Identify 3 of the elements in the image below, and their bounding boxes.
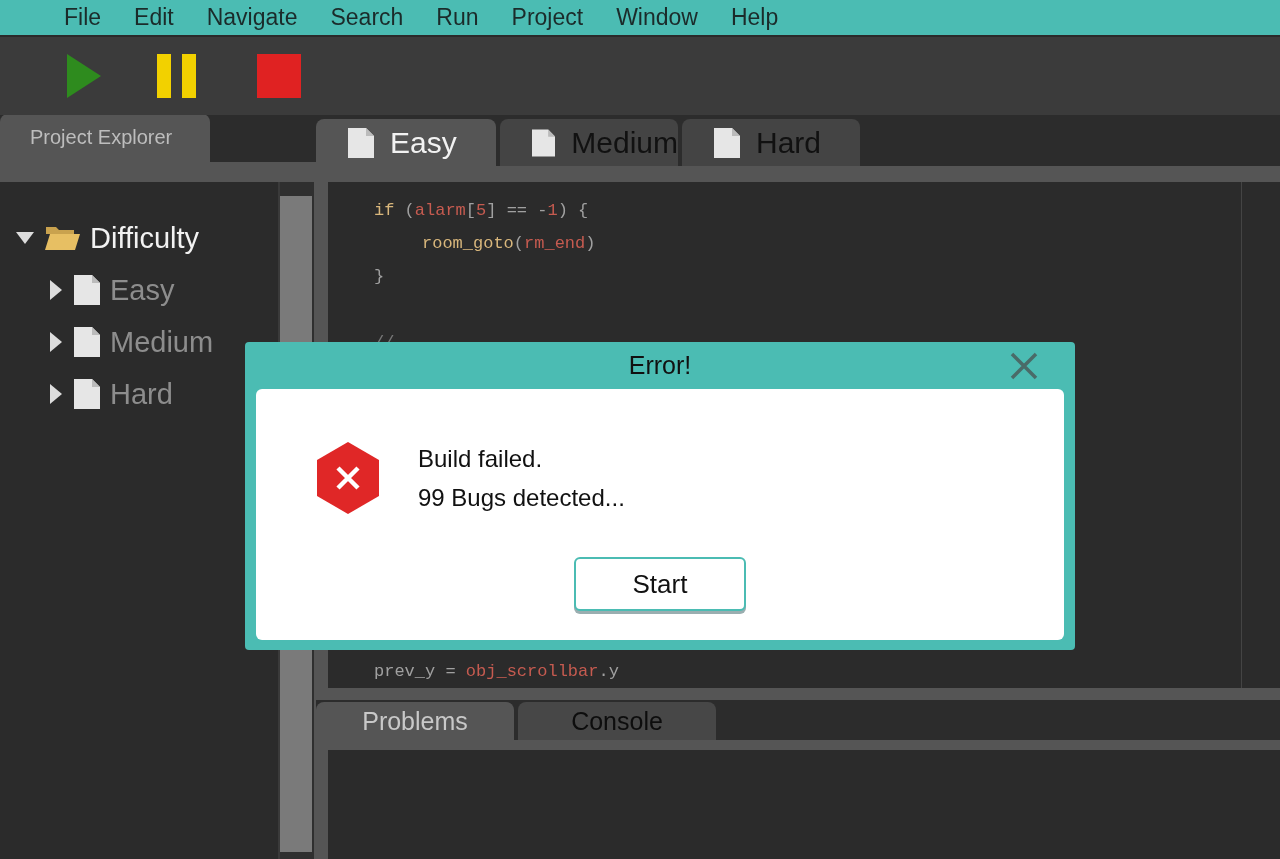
- error-message: 99 Bugs detected...: [418, 483, 625, 513]
- error-message: Build failed.: [418, 444, 544, 474]
- dialog-title: Error!: [628, 351, 692, 380]
